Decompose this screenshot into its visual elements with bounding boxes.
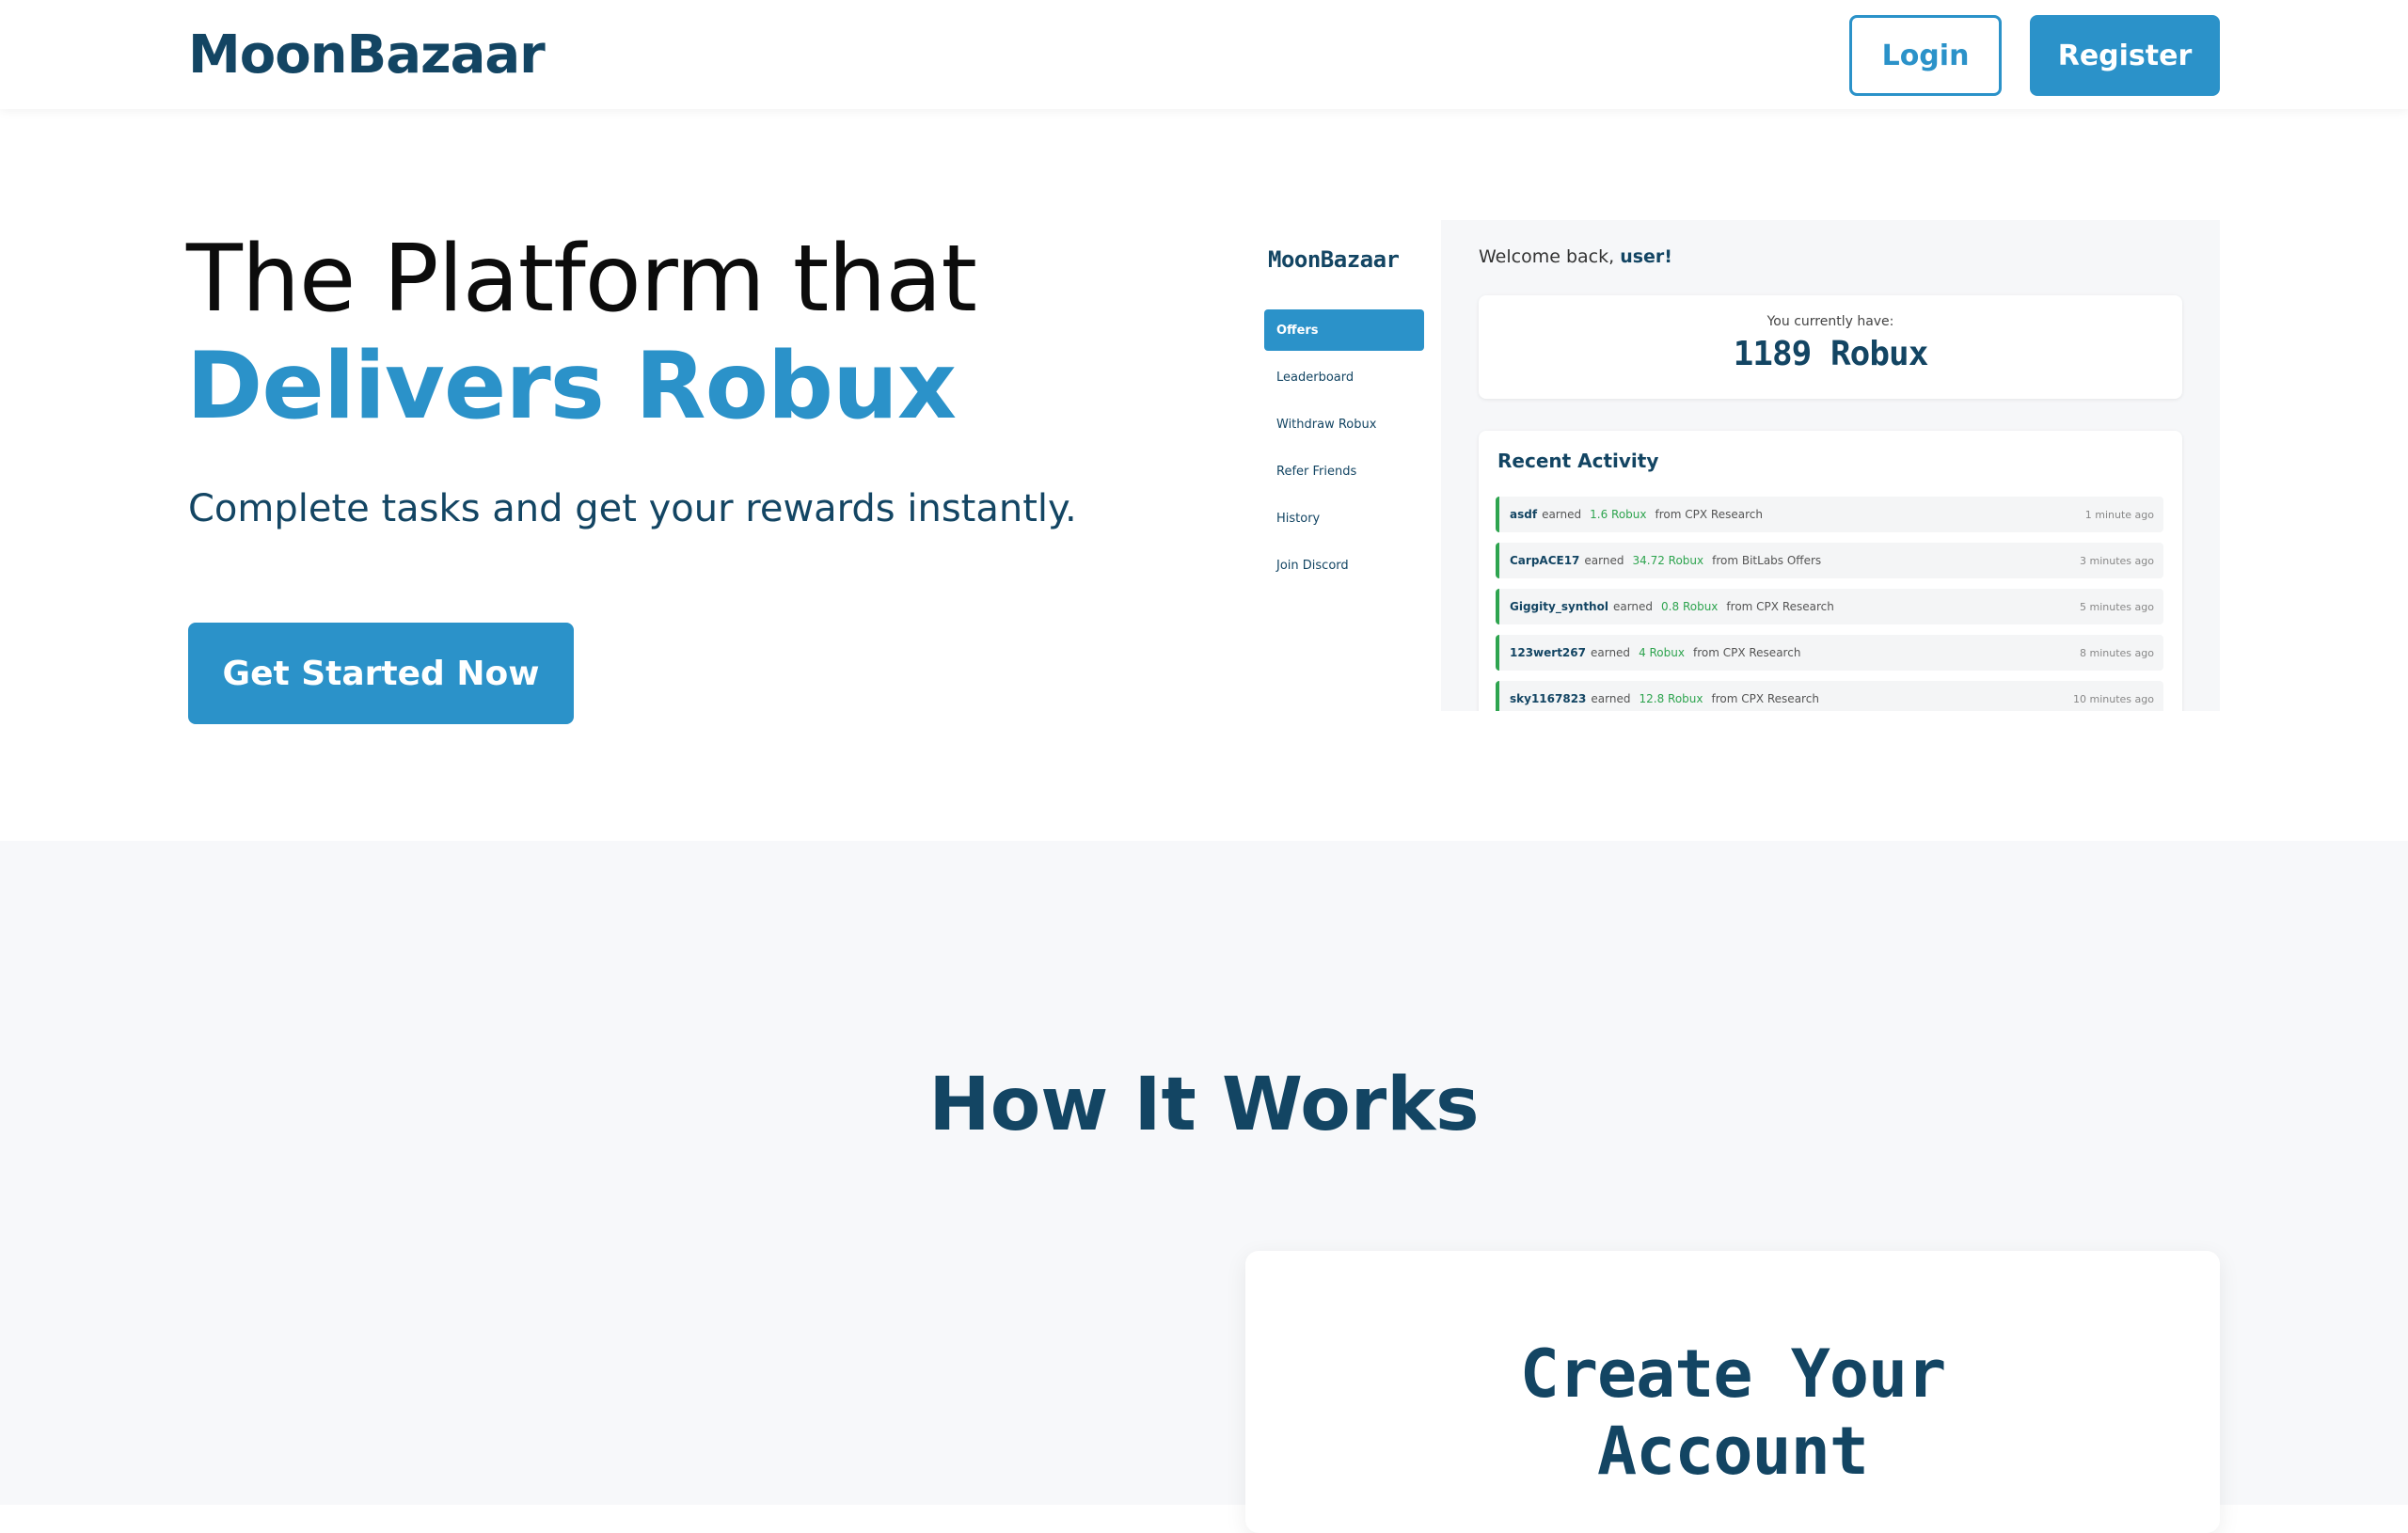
preview-sidebar: MoonBazaar Offers Leaderboard Withdraw R… [1245, 220, 1441, 711]
preview-logo: MoonBazaar [1268, 246, 1400, 273]
preview-welcome-prefix: Welcome back, [1479, 246, 1621, 267]
activity-verb: earned [1612, 600, 1654, 613]
register-button[interactable]: Register [2030, 15, 2220, 96]
activity-user: CarpACE17 [1510, 554, 1580, 567]
activity-time: 5 minutes ago [2080, 600, 2154, 613]
preview-balance-value: 1189 Robux [1733, 335, 1929, 373]
step-card-create-account: Create Your Account [1245, 1251, 2220, 1533]
activity-verb: earned [1590, 646, 1631, 659]
step-card-title-line1: Create Your [1519, 1335, 1947, 1413]
activity-row: CarpACE17 earned 34.72 Robux from BitLab… [1496, 543, 2163, 578]
preview-nav-refer: Refer Friends [1276, 464, 1357, 479]
step-card-title: Create Your Account [1245, 1335, 2220, 1490]
activity-amount: 0.8 Robux [1661, 600, 1719, 613]
login-button[interactable]: Login [1849, 15, 2002, 96]
activity-row: asdf earned 1.6 Robux from CPX Research … [1496, 497, 2163, 532]
dashboard-preview: MoonBazaar Offers Leaderboard Withdraw R… [1245, 220, 2220, 711]
activity-source: from CPX Research [1692, 646, 1801, 659]
preview-balance-card: You currently have: 1189 Robux [1479, 295, 2182, 399]
activity-amount: 12.8 Robux [1639, 692, 1703, 705]
hero-subtitle: Complete tasks and get your rewards inst… [188, 487, 1077, 530]
preview-nav-offers: Offers [1264, 309, 1424, 351]
hero-title-line2: Delivers Robux [186, 333, 957, 440]
activity-user: 123wert267 [1510, 646, 1586, 659]
preview-activity-list: asdf earned 1.6 Robux from CPX Research … [1496, 497, 2163, 711]
preview-welcome: Welcome back, user! [1479, 246, 1672, 267]
activity-source: from BitLabs Offers [1712, 554, 1822, 567]
activity-user: asdf [1510, 508, 1538, 521]
activity-amount: 4 Robux [1639, 646, 1685, 659]
hero-title-line1: The Platform that [186, 226, 977, 333]
site-header: MoonBazaar Login Register [0, 0, 2408, 109]
preview-activity-title: Recent Activity [1497, 450, 1659, 472]
activity-verb: earned [1591, 692, 1631, 705]
preview-nav: Offers Leaderboard Withdraw Robux Refer … [1264, 309, 1424, 592]
activity-row: 123wert267 earned 4 Robux from CPX Resea… [1496, 635, 2163, 671]
activity-amount: 1.6 Robux [1590, 508, 1647, 521]
activity-amount: 34.72 Robux [1632, 554, 1704, 567]
get-started-button[interactable]: Get Started Now [188, 623, 574, 724]
preview-nav-withdraw: Withdraw Robux [1276, 417, 1377, 432]
activity-source: from CPX Research [1655, 508, 1763, 521]
preview-welcome-user: user! [1620, 246, 1672, 267]
activity-time: 8 minutes ago [2080, 646, 2154, 659]
site-logo[interactable]: MoonBazaar [188, 24, 546, 86]
activity-user: sky1167823 [1510, 692, 1587, 705]
step-card-title-line2: Account [1596, 1413, 1869, 1490]
activity-source: from CPX Research [1726, 600, 1834, 613]
activity-time: 3 minutes ago [2080, 554, 2154, 567]
preview-activity-card: Recent Activity asdf earned 1.6 Robux fr… [1479, 431, 2182, 711]
activity-user: Giggity_synthol [1510, 600, 1608, 613]
preview-nav-discord: Join Discord [1276, 558, 1349, 573]
activity-row: Giggity_synthol earned 0.8 Robux from CP… [1496, 589, 2163, 624]
preview-nav-leaderboard: Leaderboard [1276, 370, 1354, 385]
preview-nav-history: History [1276, 511, 1321, 526]
activity-verb: earned [1584, 554, 1624, 567]
how-it-works-title: How It Works [928, 1063, 1480, 1147]
activity-time: 1 minute ago [2084, 508, 2154, 521]
preview-balance-label: You currently have: [1766, 314, 1894, 329]
preview-main: Welcome back, user! You currently have: … [1441, 220, 2220, 711]
activity-verb: earned [1542, 508, 1582, 521]
activity-source: from CPX Research [1711, 692, 1819, 705]
activity-time: 10 minutes ago [2073, 692, 2154, 705]
activity-row: sky1167823 earned 12.8 Robux from CPX Re… [1496, 681, 2163, 711]
